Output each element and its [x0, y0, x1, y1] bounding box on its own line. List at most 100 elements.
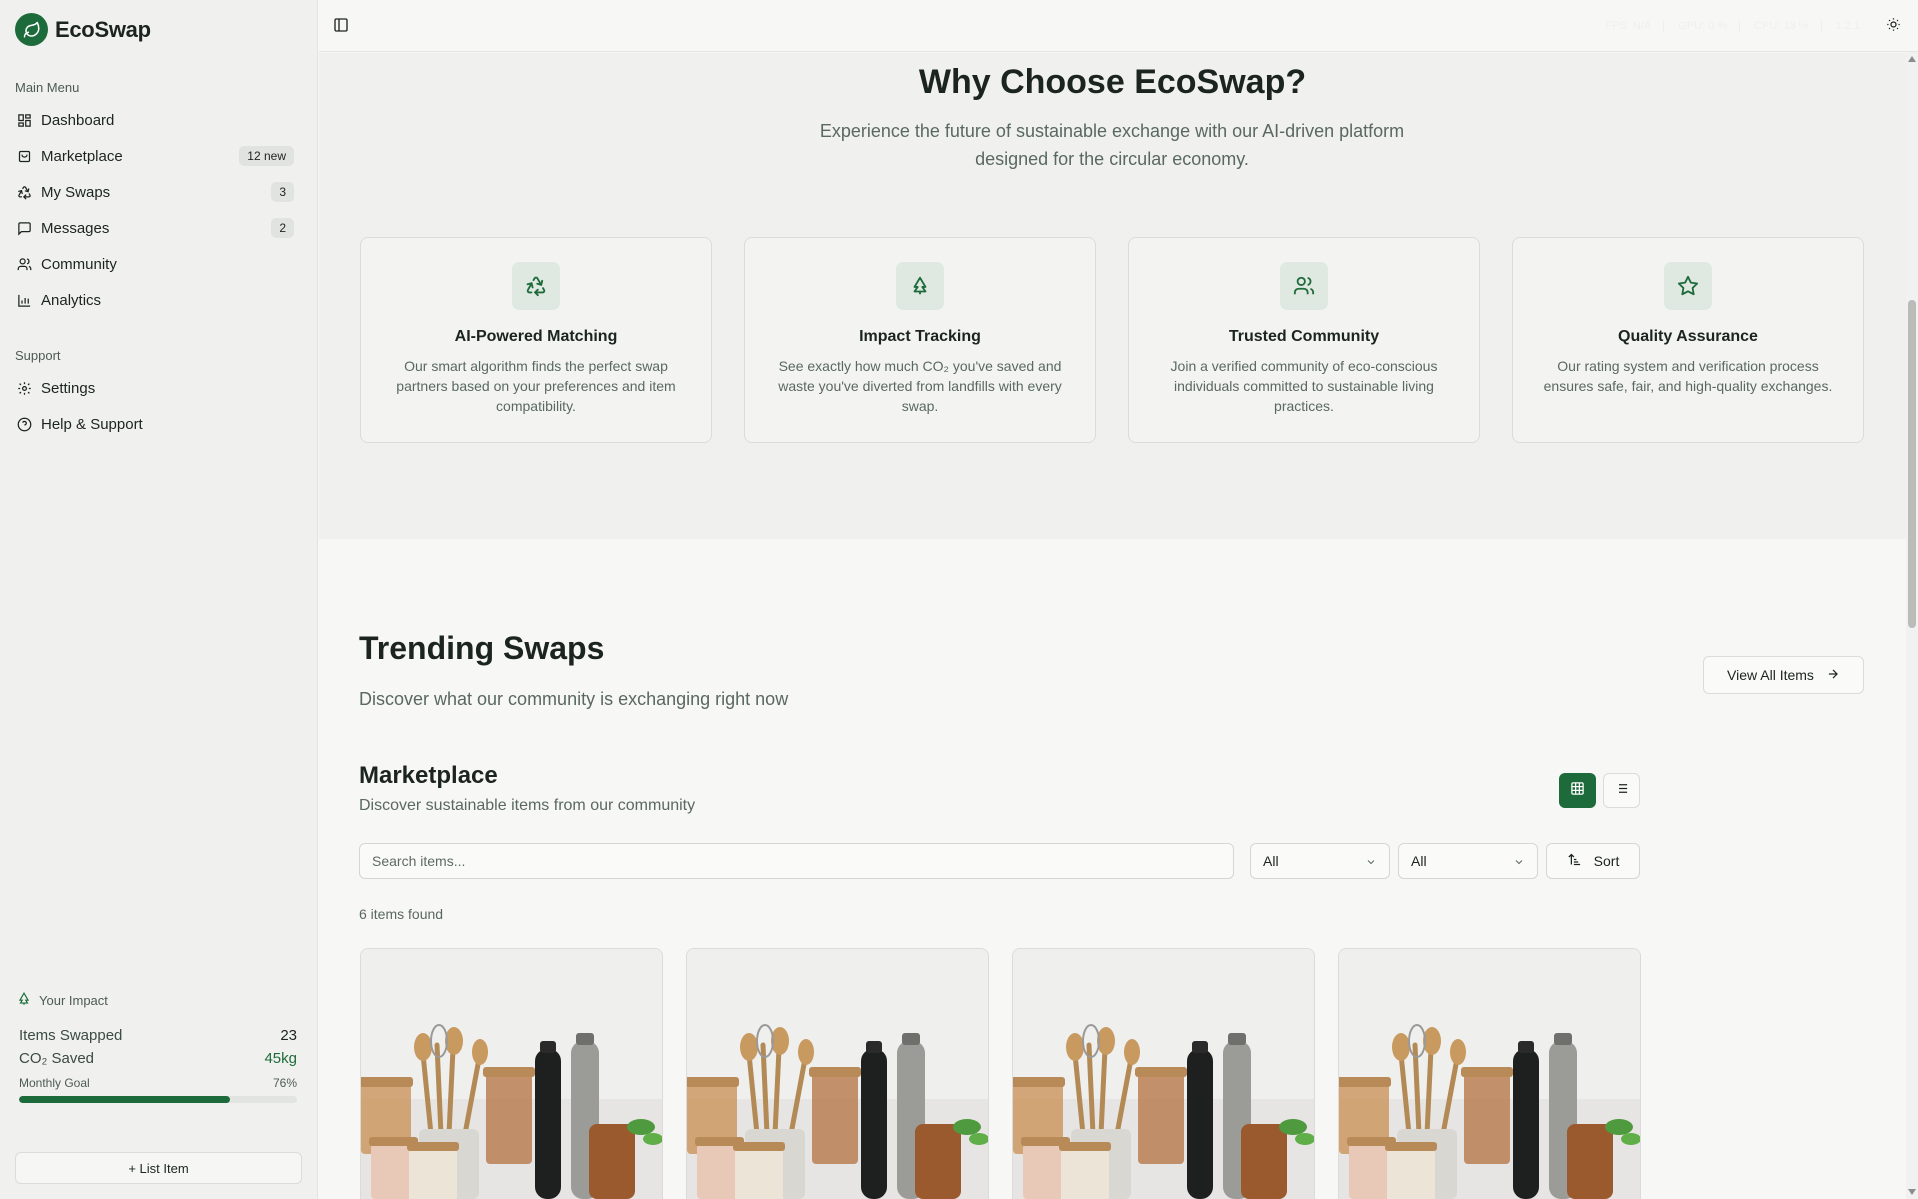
sidebar-item-label: Community — [41, 255, 117, 273]
feature-text: Our rating system and verification proce… — [1543, 358, 1833, 394]
product-image — [361, 949, 662, 1199]
feature-card: Impact Tracking See exactly how much CO₂… — [744, 237, 1096, 443]
dashboard-icon — [16, 112, 32, 128]
feature-title: AI-Powered Matching — [454, 328, 618, 345]
sidebar-item-label: Analytics — [41, 291, 102, 309]
scroll-down-arrow-icon[interactable] — [1908, 1189, 1916, 1195]
users-icon — [1280, 262, 1328, 310]
scroll-up-arrow-icon[interactable] — [1908, 56, 1916, 62]
items-swapped-value: 23 — [280, 1027, 297, 1044]
co2-saved-label: CO₂ Saved — [19, 1050, 95, 1067]
product-image — [1339, 949, 1640, 1199]
message-icon — [16, 220, 32, 236]
swaps-count-badge: 3 — [271, 182, 294, 202]
chevron-down-icon — [1513, 855, 1525, 867]
chevron-down-icon — [1365, 855, 1377, 867]
category-select[interactable]: All — [1250, 843, 1390, 879]
topbar: FPS: N/A GPU: 0 % CPU: 13 % 1.2.1 — [319, 0, 1918, 52]
users-icon — [16, 256, 32, 272]
sidebar-item-label: My Swaps — [41, 183, 111, 201]
feature-card: Quality Assurance Our rating system and … — [1512, 237, 1864, 443]
recycle-icon — [512, 262, 560, 310]
sidebar-item-analytics[interactable]: Analytics — [8, 284, 302, 316]
scrollbar-thumb[interactable] — [1908, 300, 1916, 628]
feature-text: Our smart algorithm finds the perfect sw… — [396, 358, 676, 414]
trending-title: Trending Swaps — [359, 630, 605, 666]
bar-chart-icon — [16, 292, 32, 308]
recycle-icon — [16, 184, 32, 200]
category-select-value: All — [1263, 853, 1279, 869]
sidebar-item-community[interactable]: Community — [8, 248, 302, 280]
sidebar-item-label: Settings — [41, 379, 96, 397]
why-section: Why Choose EcoSwap? Experience the futur… — [319, 53, 1906, 539]
sidebar-toggle-icon[interactable] — [333, 17, 351, 35]
leaf-logo-icon — [15, 13, 48, 46]
feature-card: Trusted Community Join a verified commun… — [1128, 237, 1480, 443]
feature-text: See exactly how much CO₂ you've saved an… — [778, 358, 1062, 414]
new-count-badge: 12 new — [239, 146, 294, 166]
view-all-label: View All Items — [1727, 667, 1814, 683]
sidebar-item-label: Help & Support — [41, 415, 143, 433]
sidebar-item-my-swaps[interactable]: My Swaps 3 — [8, 176, 302, 208]
monthly-goal-progress — [19, 1096, 297, 1103]
grid-icon — [1570, 781, 1585, 801]
fps-stat: FPS: N/A — [1605, 20, 1665, 32]
sort-button[interactable]: Sort — [1546, 843, 1640, 879]
product-card[interactable] — [686, 948, 989, 1199]
sidebar-item-dashboard[interactable]: Dashboard — [8, 104, 302, 136]
tree-icon — [17, 992, 31, 1009]
theme-toggle-icon[interactable] — [1886, 17, 1902, 33]
condition-select[interactable]: All — [1398, 843, 1538, 879]
product-card[interactable] — [1012, 948, 1315, 1199]
why-subtitle: Experience the future of sustainable exc… — [819, 121, 1405, 169]
marketplace-title: Marketplace — [359, 762, 498, 789]
perf-stats: FPS: N/A GPU: 0 % CPU: 13 % 1.2.1 — [1605, 20, 1872, 32]
condition-select-value: All — [1411, 853, 1427, 869]
items-found-count: 6 items found — [359, 906, 444, 922]
feature-title: Impact Tracking — [859, 328, 981, 345]
why-title: Why Choose EcoSwap? — [918, 63, 1307, 101]
sidebar-item-help[interactable]: Help & Support — [8, 408, 302, 440]
help-circle-icon — [16, 416, 32, 432]
product-image — [1013, 949, 1314, 1199]
list-item-button[interactable]: + List Item — [15, 1152, 302, 1184]
page-scrollbar[interactable] — [1906, 52, 1918, 1199]
items-swapped-label: Items Swapped — [19, 1027, 123, 1044]
view-all-items-button[interactable]: View All Items — [1703, 656, 1864, 694]
trending-subtitle: Discover what our community is exchangin… — [359, 689, 789, 709]
gear-icon — [16, 380, 32, 396]
marketplace-subtitle: Discover sustainable items from our comm… — [359, 797, 696, 814]
impact-title: Your Impact — [39, 993, 108, 1008]
version-stat: 1.2.1 — [1835, 20, 1860, 32]
monthly-goal-progress-fill — [19, 1096, 231, 1103]
sidebar-item-label: Messages — [41, 219, 110, 237]
search-input[interactable] — [359, 843, 1234, 879]
feature-title: Quality Assurance — [1618, 328, 1758, 345]
sidebar: EcoSwap Main Menu Dashboard Marketplace … — [0, 0, 318, 1199]
list-view-button[interactable] — [1603, 773, 1640, 808]
sort-icon — [1567, 852, 1582, 870]
main-menu-label: Main Menu — [15, 80, 80, 95]
brand[interactable]: EcoSwap — [15, 13, 151, 46]
sidebar-item-label: Dashboard — [41, 111, 115, 129]
cpu-stat: CPU: 13 % — [1754, 20, 1822, 32]
sidebar-item-messages[interactable]: Messages 2 — [8, 212, 302, 244]
product-card[interactable] — [1338, 948, 1641, 1199]
grid-view-button[interactable] — [1559, 773, 1596, 808]
sort-label: Sort — [1593, 853, 1620, 869]
arrow-right-icon — [1826, 667, 1840, 684]
monthly-goal-label: Monthly Goal — [19, 1076, 90, 1090]
gpu-stat: GPU: 0 % — [1678, 20, 1741, 32]
product-card[interactable] — [360, 948, 663, 1199]
support-label: Support — [15, 348, 61, 363]
co2-saved-value: 45kg — [264, 1050, 297, 1067]
sidebar-item-marketplace[interactable]: Marketplace 12 new — [8, 140, 302, 172]
brand-name: EcoSwap — [55, 16, 151, 42]
monthly-goal-value: 76% — [272, 1076, 297, 1090]
tree-icon — [896, 262, 944, 310]
impact-panel: Your Impact Items Swapped 23 CO₂ Saved 4… — [15, 992, 299, 1103]
feature-text: Join a verified community of eco-conscio… — [1170, 358, 1438, 414]
star-icon — [1664, 262, 1712, 310]
sidebar-item-label: Marketplace — [41, 147, 123, 165]
sidebar-item-settings[interactable]: Settings — [8, 372, 302, 404]
